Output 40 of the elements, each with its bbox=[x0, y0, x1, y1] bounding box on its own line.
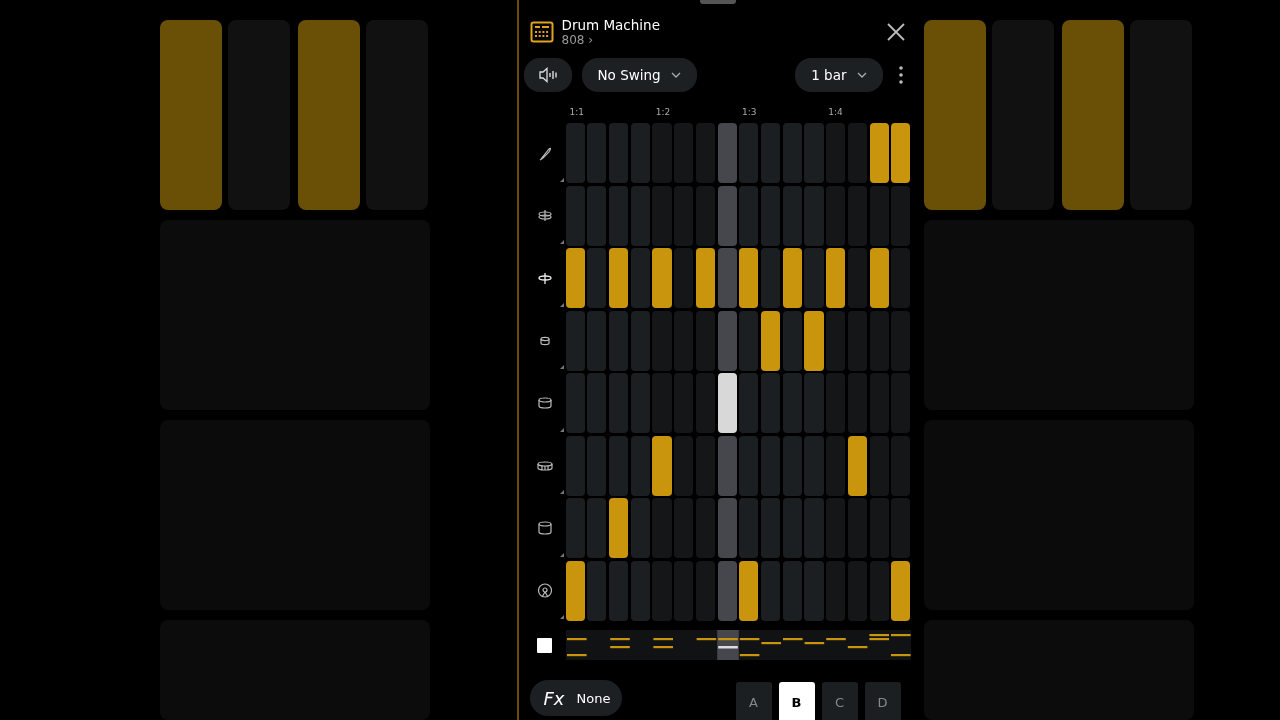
step-pad[interactable] bbox=[608, 498, 629, 559]
window-title: Drum Machine bbox=[561, 17, 661, 33]
step-pad[interactable] bbox=[869, 248, 889, 309]
pattern-tab[interactable]: B bbox=[778, 682, 815, 720]
more-icon[interactable] bbox=[896, 65, 905, 85]
kick-drum-icon[interactable] bbox=[535, 581, 554, 600]
step-pad[interactable] bbox=[717, 373, 737, 434]
kit-link[interactable]: 808 › bbox=[561, 33, 594, 47]
step-pad[interactable] bbox=[891, 560, 911, 621]
step-pad[interactable] bbox=[739, 248, 759, 309]
beat-label: 1:3 bbox=[741, 106, 757, 117]
step-pad[interactable] bbox=[847, 435, 867, 496]
beat-label: 1:1 bbox=[568, 106, 584, 117]
length-dropdown[interactable]: 1 bar bbox=[795, 58, 883, 92]
speaker-icon bbox=[537, 67, 558, 83]
pattern-tab[interactable]: D bbox=[864, 682, 901, 720]
pattern-tab[interactable]: A bbox=[735, 682, 772, 720]
step-pad[interactable] bbox=[565, 560, 585, 621]
beat-label: 1:2 bbox=[654, 106, 671, 117]
step-pad[interactable] bbox=[739, 560, 759, 621]
step-pad[interactable] bbox=[869, 123, 889, 184]
step-pad[interactable] bbox=[608, 248, 629, 309]
step-pad[interactable] bbox=[695, 248, 715, 309]
pattern-tab[interactable]: C bbox=[821, 682, 858, 720]
step-pad[interactable] bbox=[782, 248, 802, 309]
volume-button[interactable] bbox=[523, 58, 572, 92]
step-pad[interactable] bbox=[760, 310, 781, 371]
effects-button[interactable]: Fx None bbox=[529, 680, 623, 716]
drag-handle[interactable] bbox=[699, 0, 736, 4]
drum-machine-icon bbox=[529, 20, 554, 44]
stop-button[interactable] bbox=[537, 637, 552, 653]
step-pad[interactable] bbox=[565, 248, 585, 309]
chevron-down-icon bbox=[670, 72, 681, 78]
swing-dropdown[interactable]: No Swing bbox=[581, 58, 697, 92]
chevron-down-icon bbox=[856, 72, 867, 78]
close-icon[interactable] bbox=[884, 21, 907, 43]
step-pad[interactable] bbox=[826, 248, 846, 309]
beat-label: 1:4 bbox=[827, 106, 843, 117]
drum-icon[interactable] bbox=[535, 519, 554, 538]
step-pad[interactable] bbox=[891, 123, 911, 184]
